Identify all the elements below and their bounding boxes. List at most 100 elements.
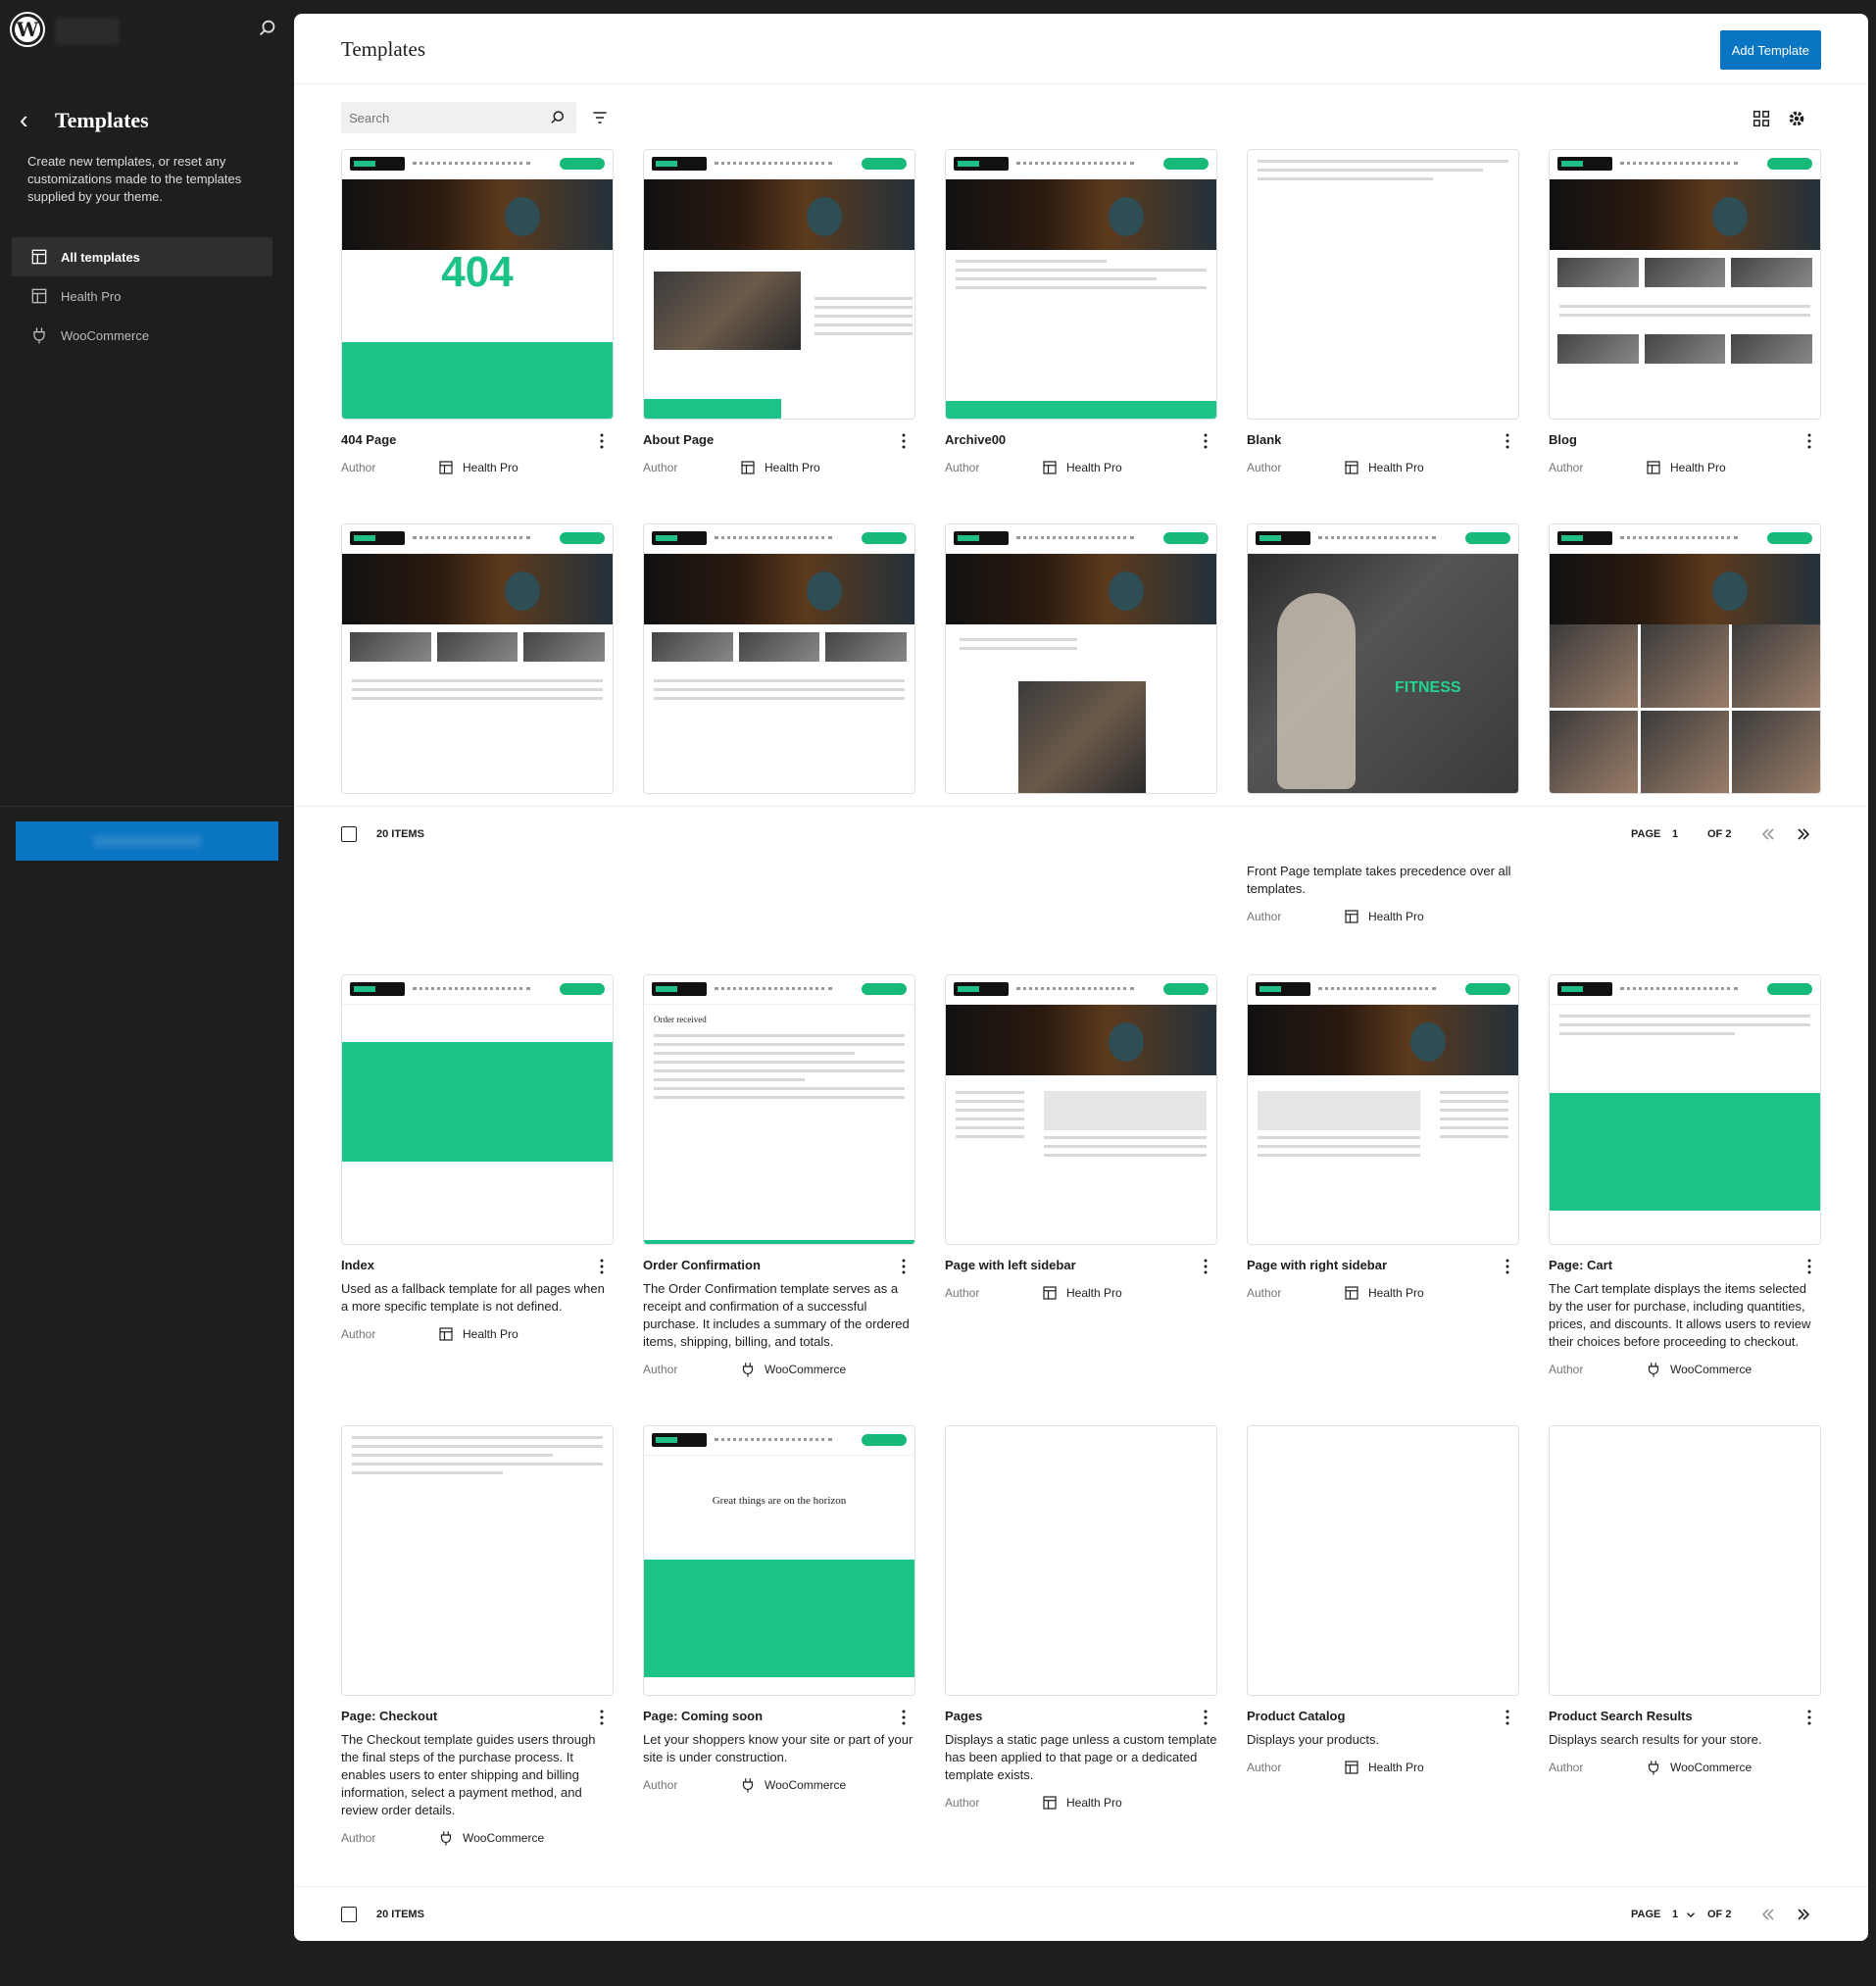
template-card-about[interactable]: About Page Author Health Pro xyxy=(643,149,915,480)
more-actions-icon[interactable] xyxy=(1506,433,1509,449)
template-preview[interactable] xyxy=(341,1425,614,1696)
more-actions-icon[interactable] xyxy=(1204,1710,1208,1725)
page-select[interactable]: 1 xyxy=(1672,828,1678,840)
template-preview[interactable] xyxy=(341,523,614,794)
card-title[interactable]: Product Catalog xyxy=(1247,1708,1519,1725)
more-actions-icon[interactable] xyxy=(1807,433,1811,449)
template-preview[interactable] xyxy=(945,149,1217,420)
more-actions-icon[interactable] xyxy=(902,1710,906,1725)
template-card-blank[interactable]: Blank Author Health Pro xyxy=(1247,149,1519,480)
search-icon[interactable] xyxy=(257,18,278,39)
more-actions-icon[interactable] xyxy=(1204,1259,1208,1274)
template-preview[interactable] xyxy=(643,523,915,794)
more-actions-icon[interactable] xyxy=(1807,1259,1811,1274)
template-card-404[interactable]: 404 404 Page Author Health Pro xyxy=(341,149,614,480)
template-card-page-right-sidebar[interactable]: Page with right sidebar Author Health Pr… xyxy=(1247,974,1519,1306)
template-card-pages[interactable]: Pages Displays a static page unless a cu… xyxy=(945,1425,1217,1815)
site-name[interactable] xyxy=(55,18,120,45)
sidebar-item-health-pro[interactable]: Health Pro xyxy=(12,276,272,316)
template-preview[interactable] xyxy=(1549,149,1821,420)
more-actions-icon[interactable] xyxy=(600,1259,604,1274)
template-preview[interactable]: FITNESS xyxy=(1247,523,1519,794)
template-preview[interactable] xyxy=(643,149,915,420)
more-actions-icon[interactable] xyxy=(1204,433,1208,449)
more-actions-icon[interactable] xyxy=(1506,1259,1509,1274)
chevron-double-right-icon[interactable] xyxy=(1794,824,1813,844)
template-preview[interactable] xyxy=(1247,1425,1519,1696)
chevron-double-left-icon[interactable] xyxy=(1758,824,1778,844)
card-title[interactable]: Product Search Results xyxy=(1549,1708,1821,1725)
template-preview[interactable] xyxy=(1549,523,1821,794)
card-title[interactable]: Blank xyxy=(1247,431,1519,449)
card-title[interactable]: Page: Coming soon xyxy=(643,1708,915,1725)
grid-view-icon[interactable] xyxy=(1751,108,1772,129)
filter-icon[interactable] xyxy=(590,108,610,127)
template-card-index[interactable]: Index Used as a fallback template for al… xyxy=(341,974,614,1347)
template-card-blog[interactable]: Blog Author Health Pro xyxy=(1549,149,1821,480)
template-card-page-coming-soon[interactable]: Great things are on the horizon Page: Co… xyxy=(643,1425,915,1798)
template-preview[interactable] xyxy=(1247,974,1519,1245)
more-actions-icon[interactable] xyxy=(1506,1710,1509,1725)
template-preview[interactable] xyxy=(1247,149,1519,420)
card-title[interactable]: Index xyxy=(341,1257,614,1274)
card-title[interactable]: Blog xyxy=(1549,431,1821,449)
template-card-product-search-results[interactable]: Product Search Results Displays search r… xyxy=(1549,1425,1821,1780)
template-preview[interactable]: Order received xyxy=(643,974,915,1245)
template-card-archive[interactable]: Archive00 Author Health Pro xyxy=(945,149,1217,480)
search-input[interactable]: Search xyxy=(341,102,576,133)
card-title[interactable]: About Page xyxy=(643,431,915,449)
template-card-row2-3[interactable] xyxy=(945,523,1217,794)
template-card-page-left-sidebar[interactable]: Page with left sidebar Author Health Pro xyxy=(945,974,1217,1306)
template-preview[interactable] xyxy=(945,974,1217,1245)
preview-fitness-text: FITNESS xyxy=(1395,679,1461,696)
template-card-row2-5[interactable] xyxy=(1549,523,1821,794)
template-preview[interactable] xyxy=(945,523,1217,794)
more-actions-icon[interactable] xyxy=(902,1259,906,1274)
preview-coming-soon-text: Great things are on the horizon xyxy=(712,1495,847,1507)
wordpress-logo-icon[interactable]: W xyxy=(10,12,45,47)
gear-icon[interactable] xyxy=(1786,108,1807,129)
card-title[interactable]: Order Confirmation xyxy=(643,1257,915,1274)
chevron-down-icon[interactable] xyxy=(1684,1908,1698,1921)
more-actions-icon[interactable] xyxy=(1807,1710,1811,1725)
more-actions-icon[interactable] xyxy=(600,1710,604,1725)
template-card-front-page[interactable]: FITNESS xyxy=(1247,523,1519,794)
template-preview[interactable] xyxy=(1549,974,1821,1245)
template-preview[interactable]: Great things are on the horizon xyxy=(643,1425,915,1696)
card-title[interactable]: Pages xyxy=(945,1708,1217,1725)
select-all-checkbox[interactable] xyxy=(341,1906,357,1922)
card-title[interactable]: Page with left sidebar xyxy=(945,1257,1217,1274)
template-card-page-cart[interactable]: Page: Cart The Cart template displays th… xyxy=(1549,974,1821,1382)
template-card-order-confirmation[interactable]: Order received Order Confirmation The Or… xyxy=(643,974,915,1382)
template-card-product-catalog[interactable]: Product Catalog Displays your products. … xyxy=(1247,1425,1519,1780)
layout-icon xyxy=(1647,461,1660,474)
template-card-page-checkout[interactable]: Page: Checkout The Checkout template gui… xyxy=(341,1425,614,1851)
card-title[interactable]: Archive00 xyxy=(945,431,1217,449)
template-preview[interactable]: 404 xyxy=(341,149,614,420)
chevron-double-right-icon[interactable] xyxy=(1794,1905,1813,1924)
card-author: Author Health Pro xyxy=(1549,455,1821,480)
more-actions-icon[interactable] xyxy=(902,433,906,449)
layout-icon xyxy=(439,1327,453,1341)
template-card-row2-1[interactable] xyxy=(341,523,614,794)
card-title[interactable]: Page with right sidebar xyxy=(1247,1257,1519,1274)
template-preview[interactable] xyxy=(1549,1425,1821,1696)
card-title[interactable]: 404 Page xyxy=(341,431,614,449)
card-description: Displays a static page unless a custom t… xyxy=(945,1732,1217,1782)
template-preview[interactable] xyxy=(341,974,614,1245)
template-card-row2-2[interactable] xyxy=(643,523,915,794)
sidebar-item-woocommerce[interactable]: WooCommerce xyxy=(12,316,272,355)
chevron-left-icon[interactable]: ‹ xyxy=(20,107,28,132)
sidebar-item-all-templates[interactable]: All templates xyxy=(12,237,272,276)
template-preview[interactable] xyxy=(945,1425,1217,1696)
add-template-button[interactable]: Add Template xyxy=(1719,30,1821,70)
author-label: Author xyxy=(643,1778,678,1792)
author-label: Author xyxy=(1247,1761,1282,1774)
chevron-double-left-icon[interactable] xyxy=(1758,1905,1778,1924)
select-all-checkbox[interactable] xyxy=(341,825,357,842)
card-title[interactable]: Page: Cart xyxy=(1549,1257,1821,1274)
card-title[interactable]: Page: Checkout xyxy=(341,1708,614,1725)
page-select[interactable]: 1 xyxy=(1672,1909,1678,1920)
sidebar-save-button[interactable] xyxy=(16,821,278,861)
more-actions-icon[interactable] xyxy=(600,433,604,449)
